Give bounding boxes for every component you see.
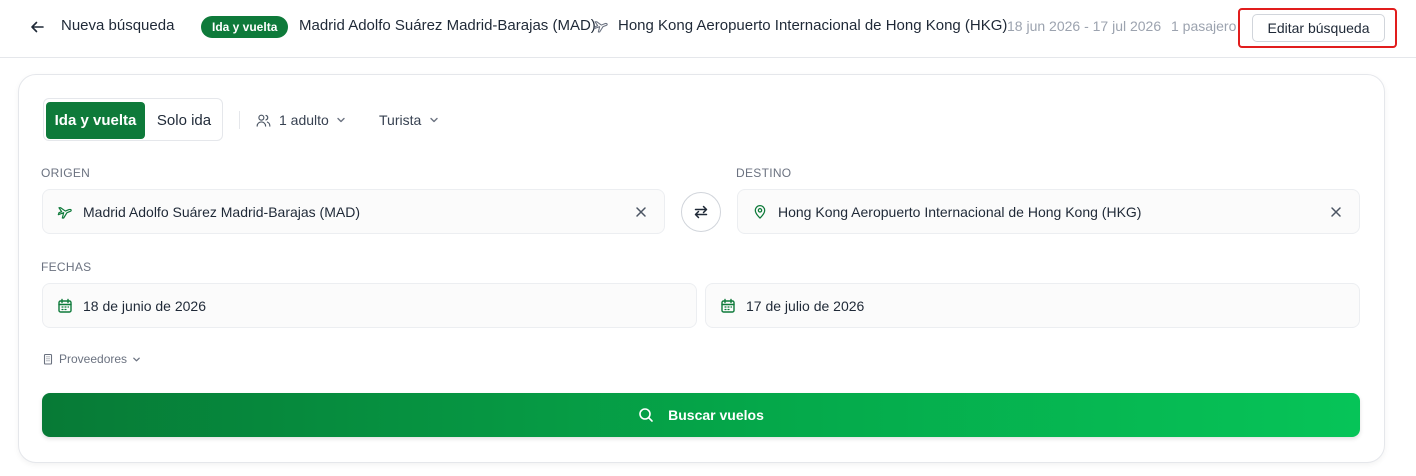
building-icon <box>42 353 54 365</box>
chevron-down-icon <box>132 355 141 364</box>
round-trip-option[interactable]: Ida y vuelta <box>46 102 145 139</box>
search-icon <box>638 407 654 423</box>
swap-airports-button[interactable] <box>681 192 721 232</box>
edit-search-button[interactable]: Editar búsqueda <box>1252 14 1385 42</box>
trip-type-badge: Ida y vuelta <box>201 16 289 38</box>
providers-label: Proveedores <box>59 352 128 366</box>
passengers-value: 1 adulto <box>279 112 329 128</box>
providers-toggle[interactable]: Proveedores <box>42 352 141 366</box>
origin-field[interactable]: Madrid Adolfo Suárez Madrid-Barajas (MAD… <box>42 189 665 234</box>
search-flights-button[interactable]: Buscar vuelos <box>42 393 1360 437</box>
destination-field[interactable]: Hong Kong Aeropuerto Internacional de Ho… <box>737 189 1360 234</box>
dates-label: FECHAS <box>41 260 92 274</box>
passengers-dropdown[interactable]: 1 adulto <box>255 109 346 131</box>
search-flights-label: Buscar vuelos <box>668 407 764 423</box>
trip-type-toggle: Ida y vuelta Solo ida <box>43 98 223 141</box>
summary-dates: 18 jun 2026 - 17 jul 2026 <box>1007 18 1162 34</box>
cabin-class-value: Turista <box>379 112 422 128</box>
users-icon <box>255 112 272 129</box>
one-way-option[interactable]: Solo ida <box>146 102 222 139</box>
divider <box>239 111 240 129</box>
swap-arrows-icon <box>693 204 709 220</box>
chevron-down-icon <box>336 115 346 125</box>
summary-passengers: 1 pasajero <box>1171 18 1237 34</box>
calendar-icon <box>57 298 73 314</box>
cabin-class-dropdown[interactable]: Turista <box>379 109 439 131</box>
calendar-icon <box>720 298 736 314</box>
search-summary-bar: Nueva búsqueda Ida y vuelta Madrid Adolf… <box>0 0 1416 58</box>
destination-label: DESTINO <box>736 166 792 180</box>
new-search-link[interactable]: Nueva búsqueda <box>61 17 174 34</box>
return-date-value: 17 de julio de 2026 <box>746 298 865 314</box>
summary-destination: Hong Kong Aeropuerto Internacional de Ho… <box>618 17 1008 34</box>
close-icon[interactable] <box>633 204 649 220</box>
back-arrow-icon[interactable] <box>26 16 48 38</box>
map-pin-icon <box>752 204 768 220</box>
origin-value: Madrid Adolfo Suárez Madrid-Barajas (MAD… <box>83 204 360 220</box>
plane-icon <box>593 18 609 34</box>
departure-date-field[interactable]: 18 de junio de 2026 <box>42 283 697 328</box>
edit-search-highlight: Editar búsqueda <box>1238 8 1397 48</box>
departure-date-value: 18 de junio de 2026 <box>83 298 206 314</box>
summary-origin: Madrid Adolfo Suárez Madrid-Barajas (MAD… <box>299 17 596 34</box>
chevron-down-icon <box>429 115 439 125</box>
destination-value: Hong Kong Aeropuerto Internacional de Ho… <box>778 204 1142 220</box>
close-icon[interactable] <box>1328 204 1344 220</box>
origin-label: ORIGEN <box>41 166 91 180</box>
plane-icon <box>57 204 73 220</box>
return-date-field[interactable]: 17 de julio de 2026 <box>705 283 1360 328</box>
